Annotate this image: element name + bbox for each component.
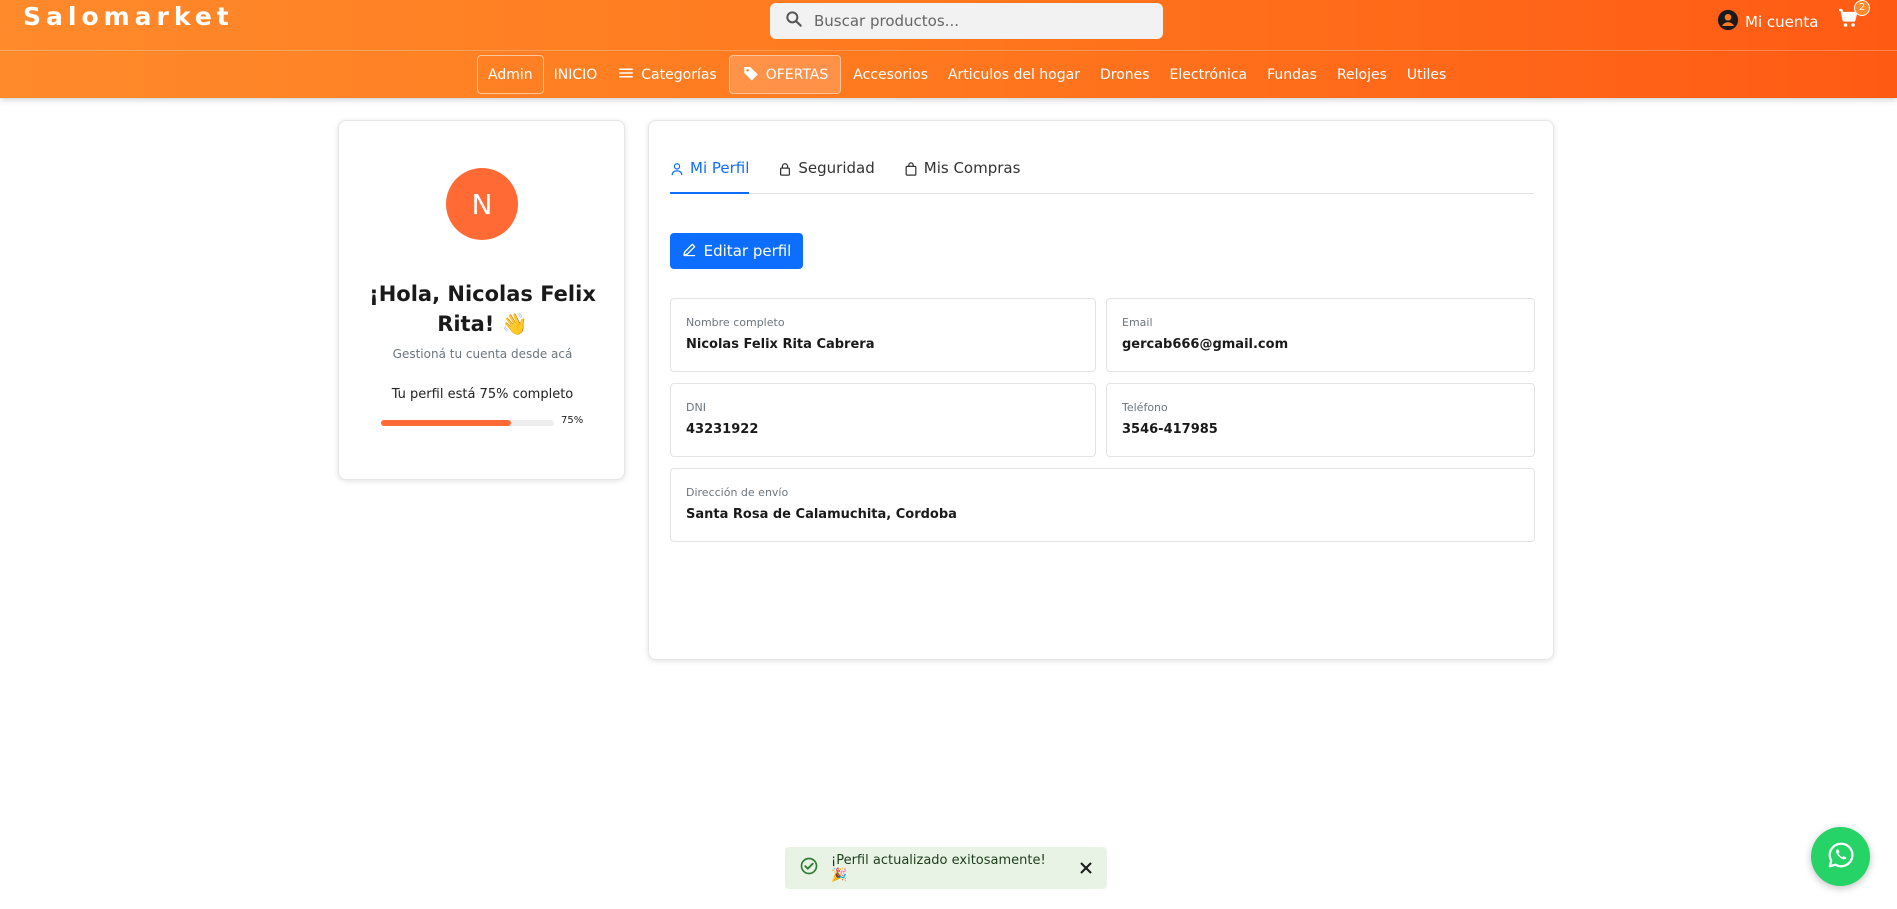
- field-value: Nicolas Felix Rita Cabrera: [686, 337, 875, 352]
- whatsapp-icon: [1826, 840, 1856, 874]
- field-dni: DNI 43231922: [670, 383, 1096, 457]
- greeting-heading: ¡Hola, Nicolas Felix Rita! 👋: [369, 282, 596, 336]
- profile-progress-fill: [381, 420, 511, 426]
- field-label: Teléfono: [1122, 401, 1168, 414]
- success-toast: ¡Perfil actualizado exitosamente! 🎉: [785, 847, 1107, 889]
- profile-progress-bar: [381, 420, 554, 426]
- check-circle-icon: [799, 856, 819, 880]
- nav-item-utiles[interactable]: Utiles: [1397, 55, 1456, 94]
- tab-label: Mi Perfil: [690, 159, 750, 177]
- edit-profile-button[interactable]: Editar perfil: [670, 233, 803, 269]
- brand-logo[interactable]: Salomarket: [23, 2, 234, 31]
- nav-item-relojes[interactable]: Relojes: [1327, 55, 1397, 94]
- shopping-bag-icon: [904, 159, 924, 180]
- account-button[interactable]: Mi cuenta: [1717, 9, 1818, 35]
- greeting-subtitle: Gestioná tu cuenta desde acá: [392, 347, 573, 361]
- field-label: Dirección de envío: [686, 486, 789, 499]
- field-shipping-address: Dirección de envío Santa Rosa de Calamuc…: [670, 468, 1535, 542]
- field-value: 43231922: [686, 422, 759, 437]
- search-input[interactable]: [814, 12, 1144, 30]
- nav-item-categorias[interactable]: Categorías: [607, 55, 726, 94]
- tag-icon: [742, 64, 766, 86]
- field-value: Santa Rosa de Calamuchita, Cordoba: [686, 507, 957, 522]
- nav-item-inicio[interactable]: INICIO: [544, 55, 608, 94]
- tab-seguridad[interactable]: Seguridad: [778, 157, 875, 194]
- profile-progress-percent: 75%: [561, 415, 584, 426]
- pencil-icon: [682, 242, 704, 261]
- tab-label: Mis Compras: [923, 159, 1021, 177]
- nav-item-drones[interactable]: Drones: [1090, 55, 1160, 94]
- profile-completion-text: Tu perfil está 75% completo: [391, 387, 574, 402]
- menu-icon: [617, 64, 641, 86]
- account-icon: [1717, 9, 1745, 35]
- cart-icon: [1836, 8, 1860, 34]
- tab-mis-compras[interactable]: Mis Compras: [904, 157, 1021, 194]
- nav-item-accesorios[interactable]: Accesorios: [843, 55, 938, 94]
- account-label: Mi cuenta: [1745, 13, 1819, 31]
- tab-label: Seguridad: [798, 159, 875, 177]
- edit-profile-label: Editar perfil: [703, 242, 792, 260]
- nav-item-fundas[interactable]: Fundas: [1257, 55, 1327, 94]
- whatsapp-button[interactable]: [1811, 827, 1870, 886]
- nav-item-label: OFERTAS: [765, 66, 829, 83]
- search-icon: [784, 9, 804, 33]
- nav-item-ofertas[interactable]: OFERTAS: [728, 55, 842, 94]
- field-full-name: Nombre completo Nicolas Felix Rita Cabre…: [670, 298, 1096, 372]
- cart-count-badge: 2: [1854, 0, 1870, 16]
- search-bar[interactable]: [770, 3, 1163, 39]
- main-nav: Admin INICIO Categorías OFERTAS Accesori…: [0, 51, 1897, 98]
- toast-message: ¡Perfil actualizado exitosamente! 🎉: [831, 853, 1046, 883]
- field-label: DNI: [686, 401, 706, 414]
- tab-mi-perfil[interactable]: Mi Perfil: [670, 157, 750, 194]
- cart-button[interactable]: 2: [1836, 0, 1870, 34]
- nav-item-electronica[interactable]: Electrónica: [1160, 55, 1258, 94]
- lock-icon: [778, 159, 798, 180]
- field-label: Nombre completo: [686, 316, 785, 329]
- field-label: Email: [1122, 316, 1153, 329]
- nav-item-admin[interactable]: Admin: [477, 55, 544, 94]
- close-icon[interactable]: [1077, 859, 1095, 877]
- profile-tabs: Mi Perfil Seguridad Mis Compras: [670, 157, 1534, 194]
- top-bar: Salomarket Mi cuenta 2: [0, 0, 1897, 51]
- site-header: Salomarket Mi cuenta 2 Admin INICIO: [0, 0, 1897, 98]
- avatar: N: [446, 168, 518, 240]
- profile-details-card: Mi Perfil Seguridad Mis Compras Editar p…: [648, 120, 1554, 660]
- user-icon: [670, 159, 690, 180]
- nav-item-label: Categorías: [641, 66, 717, 83]
- field-email: Email gercab666@gmail.com: [1106, 298, 1535, 372]
- profile-summary-card: N ¡Hola, Nicolas Felix Rita! 👋 Gestioná …: [338, 120, 625, 480]
- field-value: 3546-417985: [1122, 422, 1218, 437]
- nav-item-articulos-hogar[interactable]: Articulos del hogar: [938, 55, 1090, 94]
- field-phone: Teléfono 3546-417985: [1106, 383, 1535, 457]
- field-value: gercab666@gmail.com: [1122, 337, 1289, 352]
